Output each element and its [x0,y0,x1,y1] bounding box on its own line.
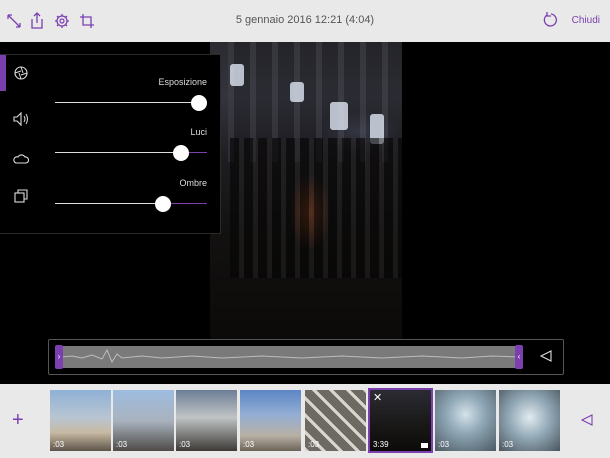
clip-thumbnail[interactable]: :03 [435,390,496,451]
audio-waveform [62,346,520,368]
clip-duration: :03 [243,440,255,449]
slider-knob[interactable] [173,145,190,161]
clip-thumbnail[interactable]: :03 [499,390,560,451]
slider-knob[interactable] [154,196,171,212]
clip-duration: :03 [438,440,450,449]
play-icon[interactable] [539,349,553,368]
clip-duration: 3:39 [373,440,389,449]
top-toolbar: 5 gennaio 2016 12:21 (4:04) Chiudi [0,0,610,42]
clip-duration: :03 [502,440,514,449]
slider-fill [55,203,163,204]
slider-fill [55,102,200,103]
highlights-slider[interactable]: Luci [55,127,207,161]
highlights-label: Luci [190,127,207,137]
clip-thumbnail[interactable]: :03 [240,390,301,451]
clip-thumbnail[interactable]: :03 [50,390,111,451]
page-title: 5 gennaio 2016 12:21 (4:04) [235,14,375,26]
clip-thumbnail[interactable]: :03 [113,390,174,451]
adjust-panel: Esposizione Luci Ombre [0,54,221,234]
trim-handle-left[interactable]: › [55,345,63,369]
audio-icon[interactable] [12,110,30,128]
photo-viewer: Esposizione Luci Ombre › ‹ [0,42,610,384]
exposure-label: Esposizione [158,77,207,87]
lit-window [330,102,348,130]
remove-clip-icon[interactable]: ✕ [373,391,382,404]
clip-thumbnail-selected[interactable]: ✕ 3:39 [368,388,433,453]
filmstrip: + :03 :03 :03 :03 :03 ✕ 3:39 :03 :03 [0,384,610,458]
crowd-silhouettes [230,138,402,278]
duplicate-icon[interactable] [12,187,30,205]
cloud-icon[interactable] [12,150,30,168]
clip-thumbnail[interactable]: :03 [176,390,237,451]
play-icon[interactable] [580,413,594,432]
shadows-slider[interactable]: Ombre [55,178,207,212]
clip-duration: :03 [179,440,191,449]
slider-knob[interactable] [191,95,208,111]
slider-fill [55,152,182,153]
clip-duration: :03 [308,440,320,449]
lens-icon[interactable] [12,64,30,82]
clip-thumbnail[interactable]: :03 [305,390,366,451]
exposure-slider[interactable]: Esposizione [55,77,208,111]
shadows-label: Ombre [179,178,207,188]
active-tool-indicator [0,55,6,91]
add-clip-button[interactable]: + [12,410,24,430]
trim-timeline[interactable]: › ‹ [48,339,564,375]
video-frame [210,42,402,342]
undo-icon[interactable] [542,11,560,29]
close-button[interactable]: Chiudi [572,15,600,26]
clip-duration: :03 [53,440,65,449]
video-camera-icon [421,443,428,448]
trim-handle-right[interactable]: ‹ [515,345,523,369]
lit-window [290,82,304,102]
lit-window [230,64,244,86]
clip-duration: :03 [116,440,128,449]
